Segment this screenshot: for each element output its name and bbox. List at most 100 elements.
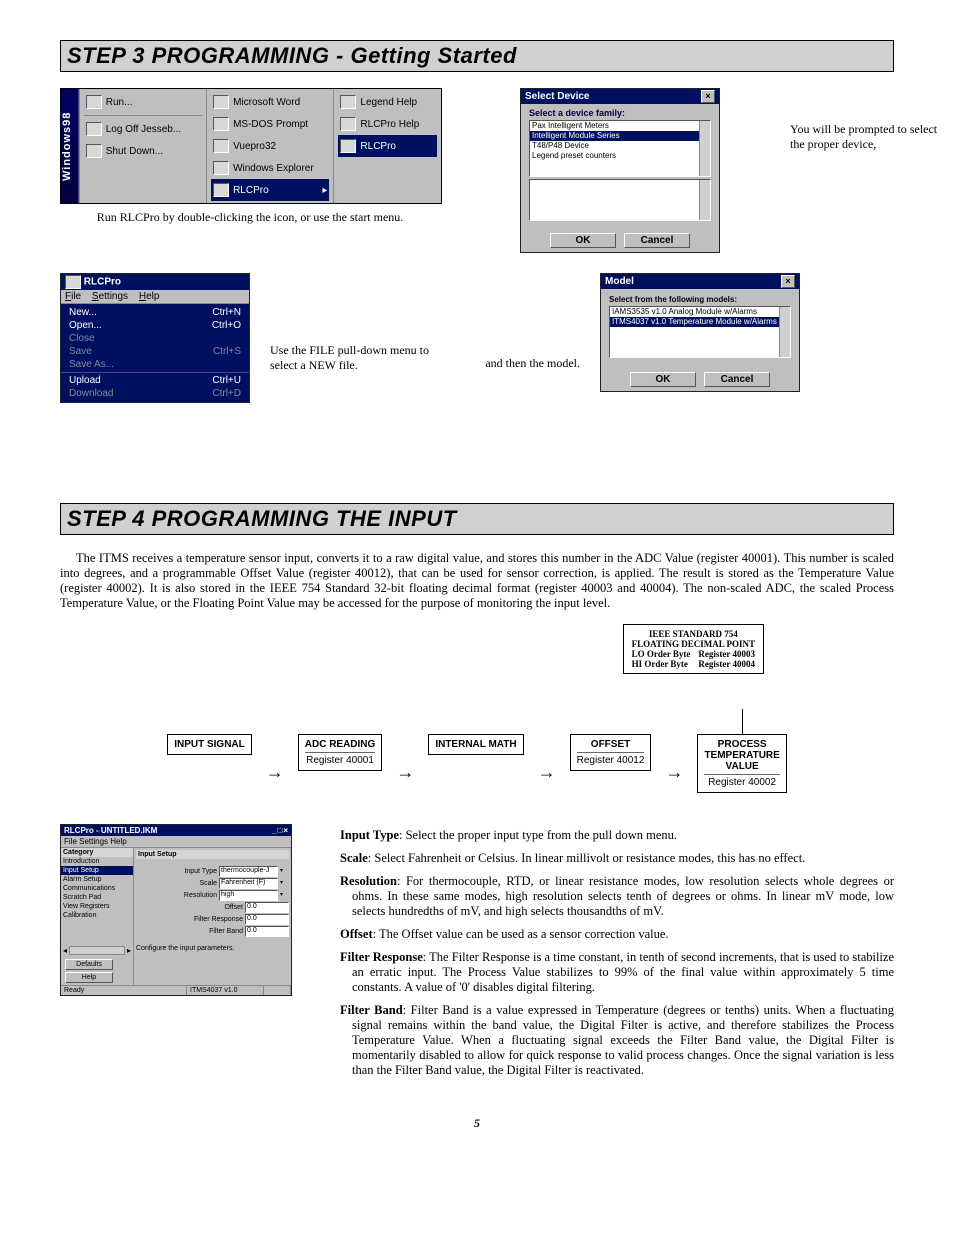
select-device-prompt: Select a device family: <box>529 108 711 118</box>
file-menu: New...Ctrl+N Open...Ctrl+O Close SaveCtr… <box>61 304 249 402</box>
defaults-button[interactable]: Defaults <box>65 959 113 970</box>
list-item[interactable]: ITMS4037 v1.0 Temperature Module w/Alarm… <box>610 317 790 327</box>
sidebar-item[interactable]: Input Setup <box>61 866 133 875</box>
arrow-icon: → <box>266 767 284 777</box>
sidebar-item[interactable]: Scratch Pad <box>61 893 133 902</box>
sidebar-item[interactable]: Introduction <box>61 857 133 866</box>
chevron-down-icon[interactable]: ▾ <box>280 879 289 888</box>
ok-button[interactable]: OK <box>550 233 616 248</box>
device-listbox[interactable]: Pax Intelligent Meters Intelligent Modul… <box>529 120 711 177</box>
page-number: 5 <box>60 1116 894 1131</box>
sidebar-item[interactable]: Communications <box>61 884 133 893</box>
menu-new[interactable]: New...Ctrl+N <box>61 306 249 319</box>
menu-file[interactable]: File <box>65 291 81 302</box>
start-rlcprohelp: RLCPro Help <box>338 113 437 135</box>
close-icon[interactable]: × <box>283 826 288 835</box>
select-device-title: Select Device <box>525 91 590 102</box>
model-title: Model <box>605 276 634 287</box>
model-prompt: Select from the following models: <box>609 295 791 304</box>
list-item[interactable]: T48/P48 Device <box>530 141 710 151</box>
ieee-box: IEEE STANDARD 754 FLOATING DECIMAL POINT… <box>623 624 764 674</box>
input-setup-window: RLCPro - UNTITLED.IKM_□× File Settings H… <box>60 824 292 996</box>
arrow-icon: → <box>665 767 683 777</box>
list-item[interactable]: Intelligent Module Series <box>530 131 710 141</box>
chevron-down-icon[interactable]: ▾ <box>280 891 289 900</box>
prompt-text: You will be prompted to select the prope… <box>790 88 940 152</box>
scrollbar[interactable] <box>699 121 710 176</box>
start-legendhelp: Legend Help <box>338 91 437 113</box>
scale-field[interactable]: Fahrenheit (F) <box>219 878 278 889</box>
run-icon <box>86 95 102 109</box>
resolution-field[interactable]: high <box>219 890 278 901</box>
rlcpro-icon <box>340 139 356 153</box>
rlcpro-title: RLCPro <box>84 277 121 288</box>
input-setup-title: RLCPro - UNTITLED.IKM <box>64 826 157 835</box>
step3-header: STEP 3 PROGRAMMING - Getting Started <box>60 40 894 72</box>
window-controls[interactable]: _□× <box>272 826 288 835</box>
menu-download: DownloadCtrl+D <box>61 387 249 400</box>
menubar: File Settings Help <box>61 290 249 304</box>
help-icon <box>340 95 356 109</box>
help-button[interactable]: Help <box>65 972 113 983</box>
input-setup-note: Configure the input parameters. <box>136 945 289 952</box>
close-icon[interactable]: × <box>701 90 715 103</box>
list-item[interactable]: Pax Intelligent Meters <box>530 121 710 131</box>
scale-label: Scale <box>199 880 217 887</box>
explorer-icon <box>213 161 229 175</box>
start-run: Run... <box>84 91 202 113</box>
scroll-left-icon[interactable]: ◂ <box>63 946 67 955</box>
rlcpro-window: RLCPro File Settings Help New...Ctrl+N O… <box>60 273 250 403</box>
filter-band-label: Filter Band <box>209 928 243 935</box>
sidebar-item[interactable]: View Registers <box>61 902 133 911</box>
ok-button[interactable]: OK <box>630 372 696 387</box>
menu-upload[interactable]: UploadCtrl+U <box>61 374 249 387</box>
start-menu-caption: Run RLCPro by double-clicking the icon, … <box>60 210 440 225</box>
category-label: Category <box>61 848 133 857</box>
windows-sidebar: Windows98 <box>61 89 79 203</box>
minimize-icon[interactable]: _ <box>272 826 276 835</box>
scroll-right-icon[interactable]: ▸ <box>127 946 131 955</box>
sidebar-item[interactable]: Calibration <box>61 911 133 920</box>
filter-band-field[interactable]: 0.0 <box>245 926 289 937</box>
menu-saveas: Save As... <box>61 358 249 371</box>
def-filter-response: Filter Response: The Filter Response is … <box>352 950 894 995</box>
close-icon[interactable]: × <box>781 275 795 288</box>
menu-settings[interactable]: Settings <box>92 291 128 302</box>
list-item[interactable]: Legend preset counters <box>530 151 710 161</box>
def-input-type: Input Type: Select the proper input type… <box>352 828 894 843</box>
menu-close: Close <box>61 332 249 345</box>
scrollbar[interactable] <box>779 307 790 357</box>
list-item[interactable]: IAMS3535 v1.0 Analog Module w/Alarms <box>610 307 790 317</box>
help-icon <box>340 117 356 131</box>
device-desc-box <box>529 179 711 221</box>
filter-response-field[interactable]: 0.0 <box>245 914 289 925</box>
scrollbar[interactable] <box>699 180 710 220</box>
start-menu-screenshot: Windows98 Run... Log Off Jesseb... Shut … <box>60 88 440 225</box>
sidebar-item[interactable]: Alarm Setup <box>61 875 133 884</box>
start-logoff: Log Off Jesseb... <box>84 118 202 140</box>
word-icon <box>213 95 229 109</box>
panel-title: Input Setup <box>136 850 289 859</box>
flow-offset: OFFSETRegister 40012 <box>570 734 652 771</box>
flow-process-temp: PROCESSTEMPERATUREVALUE Register 40002 <box>697 734 786 793</box>
input-type-field[interactable]: thermocouple-J <box>219 866 278 877</box>
use-file-text: Use the FILE pull-down menu to select a … <box>270 303 440 373</box>
cancel-button[interactable]: Cancel <box>624 233 690 248</box>
step4-header: STEP 4 PROGRAMMING THE INPUT <box>60 503 894 535</box>
logoff-icon <box>86 122 102 136</box>
offset-field[interactable]: 0.0 <box>245 902 289 913</box>
app-icon <box>65 275 81 289</box>
model-listbox[interactable]: IAMS3535 v1.0 Analog Module w/Alarms ITM… <box>609 306 791 358</box>
menu-open[interactable]: Open...Ctrl+O <box>61 319 249 332</box>
flow-adc: ADC READINGRegister 40001 <box>298 734 383 771</box>
filter-response-label: Filter Response <box>194 916 243 923</box>
model-dialog: Model × Select from the following models:… <box>600 273 800 392</box>
start-rlcpro-app: RLCPro <box>338 135 437 157</box>
def-resolution: Resolution: For thermocouple, RTD, or li… <box>352 874 894 919</box>
dos-icon <box>213 117 229 131</box>
menu-help[interactable]: Help <box>139 291 160 302</box>
cancel-button[interactable]: Cancel <box>704 372 770 387</box>
chevron-down-icon[interactable]: ▾ <box>280 867 289 876</box>
maximize-icon[interactable]: □ <box>277 826 282 835</box>
rlcpro-icon <box>213 183 229 197</box>
